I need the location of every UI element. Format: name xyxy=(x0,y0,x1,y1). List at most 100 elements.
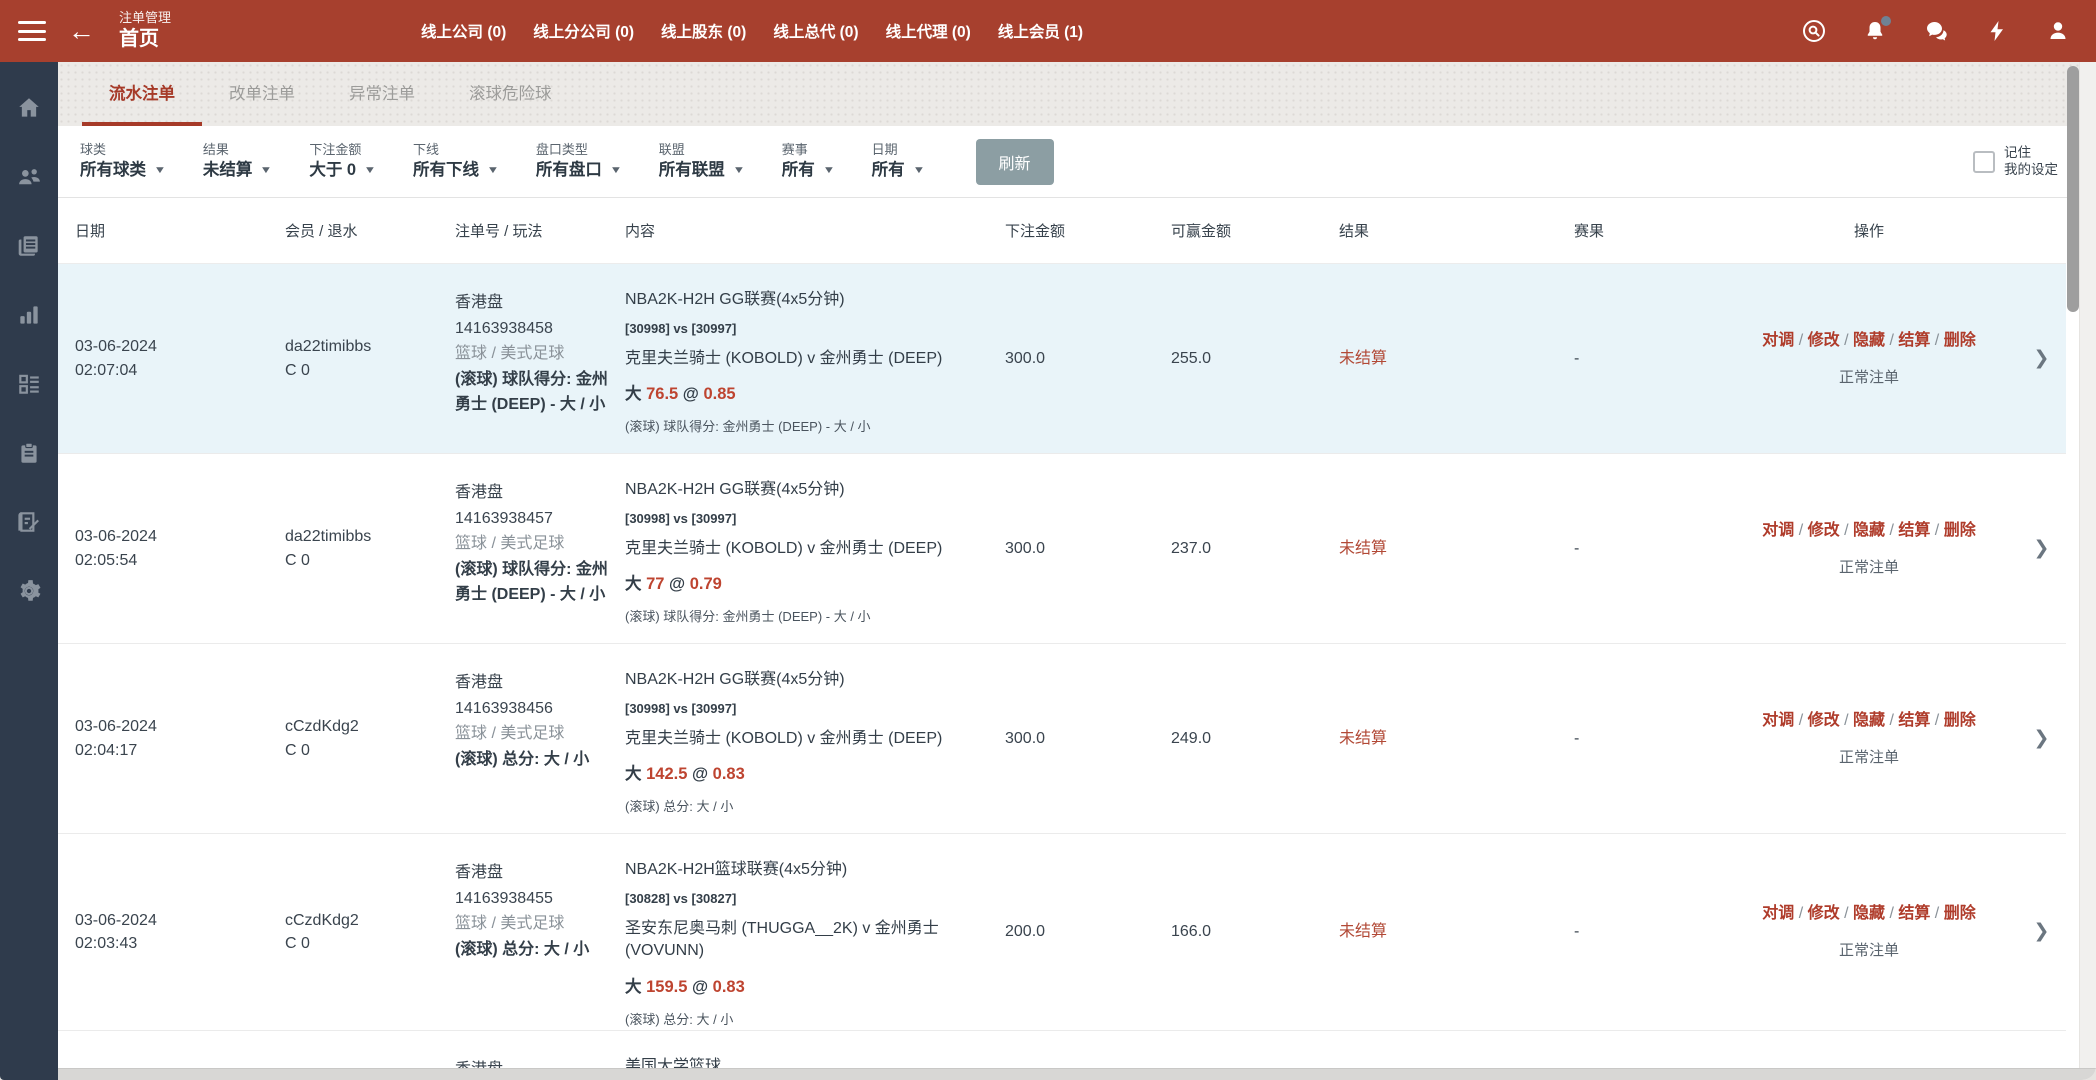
users-icon xyxy=(16,164,43,195)
cell-member: cCzdKdg2 C 0 xyxy=(285,715,455,761)
action-link-4[interactable]: 结算 xyxy=(1898,522,1930,539)
filter-event-select[interactable]: 所有▼ xyxy=(782,161,834,181)
cell-member: cCzdKdg2 C 0 xyxy=(285,909,455,955)
filter-league-select[interactable]: 所有联盟▼ xyxy=(659,161,744,181)
user-icon[interactable] xyxy=(2046,19,2070,43)
cell-operations: 对调 / 修改 / 隐藏 / 结算 / 删除 正常注单 xyxy=(1724,329,2014,389)
action-links: 对调 / 修改 / 隐藏 / 结算 / 删除 xyxy=(1724,329,2014,352)
sidebar-item-users[interactable] xyxy=(0,145,58,214)
tab-inplay-danger[interactable]: 滚球危险球 xyxy=(442,62,579,126)
row-expand-chevron-icon[interactable]: ❯ xyxy=(2014,918,2066,946)
nav-online-company[interactable]: 线上公司 (0) xyxy=(421,20,506,42)
cell-result: 未结算 xyxy=(1339,727,1574,750)
nav-online-agent[interactable]: 线上代理 (0) xyxy=(886,20,971,42)
sidebar-item-home[interactable] xyxy=(0,76,58,145)
nav-online-branch[interactable]: 线上分公司 (0) xyxy=(533,20,634,42)
sidebar-item-reports[interactable] xyxy=(0,214,58,283)
cell-operations: 对调 / 修改 / 隐藏 / 结算 / 删除 正常注单 xyxy=(1724,709,2014,769)
scrollbar-track[interactable] xyxy=(2079,62,2096,1080)
chat-icon[interactable] xyxy=(1924,19,1948,43)
page-title-block: 注单管理 首页 xyxy=(119,10,171,51)
filter-result: 结果 未结算▼ xyxy=(203,142,271,181)
row-expand-chevron-icon[interactable]: ❯ xyxy=(2014,345,2066,373)
cell-betno: 香港盘 14163938457 篮球 / 美式足球 (滚球) 球队得分: 金州勇… xyxy=(455,454,625,608)
col-header-betno: 注单号 / 玩法 xyxy=(455,220,625,241)
refresh-button[interactable]: 刷新 xyxy=(976,139,1054,185)
sidebar-item-orders[interactable] xyxy=(0,352,58,421)
nav-online-shareholder[interactable]: 线上股东 (0) xyxy=(661,20,746,42)
action-link-5[interactable]: 删除 xyxy=(1944,905,1976,922)
action-link-4[interactable]: 结算 xyxy=(1898,332,1930,349)
nav-online-member[interactable]: 线上会员 (1) xyxy=(998,20,1083,42)
action-link-1[interactable]: 对调 xyxy=(1762,522,1794,539)
table-row: 03-06-2024 02:07:04 da22timibbs C 0 香港盘 … xyxy=(58,264,2066,454)
action-link-4[interactable]: 结算 xyxy=(1898,712,1930,729)
action-link-3[interactable]: 隐藏 xyxy=(1853,332,1885,349)
lightning-icon[interactable] xyxy=(1985,19,2009,43)
nav-online-master-agent[interactable]: 线上总代 (0) xyxy=(773,20,858,42)
action-link-5[interactable]: 删除 xyxy=(1944,712,1976,729)
vertical-scrollbar-thumb[interactable] xyxy=(2067,66,2079,312)
filter-date-select[interactable]: 所有▼ xyxy=(872,161,924,181)
action-link-1[interactable]: 对调 xyxy=(1762,712,1794,729)
tab-modified-bets[interactable]: 改单注单 xyxy=(202,62,322,126)
action-link-2[interactable]: 修改 xyxy=(1808,522,1840,539)
col-header-content: 内容 xyxy=(625,220,1005,241)
filter-sport-select[interactable]: 所有球类▼ xyxy=(80,161,165,181)
col-header-win: 可赢金额 xyxy=(1171,220,1339,241)
cell-score: - xyxy=(1574,727,1724,750)
back-arrow-icon[interactable]: ← xyxy=(68,18,95,45)
action-link-1[interactable]: 对调 xyxy=(1762,905,1794,922)
cell-content: NBA2K-H2H GG联赛(4x5分钟) [30998] vs [30997]… xyxy=(625,264,1005,437)
notification-dot xyxy=(1881,16,1891,26)
action-link-3[interactable]: 隐藏 xyxy=(1853,905,1885,922)
row-expand-chevron-icon[interactable]: ❯ xyxy=(2014,725,2066,753)
cell-member: da22timibbs C 0 xyxy=(285,335,455,381)
action-links: 对调 / 修改 / 隐藏 / 结算 / 删除 xyxy=(1724,519,2014,542)
sidebar-item-records[interactable] xyxy=(0,490,58,559)
chevron-down-icon: ▼ xyxy=(732,165,745,177)
action-link-3[interactable]: 隐藏 xyxy=(1853,522,1885,539)
sidebar-item-tasks[interactable] xyxy=(0,421,58,490)
cell-win: 237.0 xyxy=(1171,537,1339,560)
action-link-3[interactable]: 隐藏 xyxy=(1853,712,1885,729)
hamburger-menu-icon[interactable] xyxy=(18,21,46,41)
filter-downline: 下线 所有下线▼ xyxy=(413,142,498,181)
action-link-4[interactable]: 结算 xyxy=(1898,905,1930,922)
action-link-1[interactable]: 对调 xyxy=(1762,332,1794,349)
sidebar-item-settings[interactable] xyxy=(0,559,58,628)
table-row: 03-06-2024 02:05:54 da22timibbs C 0 香港盘 … xyxy=(58,454,2066,644)
filter-market-type-select[interactable]: 所有盘口▼ xyxy=(536,161,621,181)
filter-result-select[interactable]: 未结算▼ xyxy=(203,161,271,181)
filter-stake: 下注金额 大于 0▼ xyxy=(309,142,375,181)
remember-settings: 记住 我的设定 xyxy=(1973,145,2076,179)
search-icon[interactable] xyxy=(1802,19,1826,43)
cell-stake: 300.0 xyxy=(1005,537,1171,560)
action-link-2[interactable]: 修改 xyxy=(1808,712,1840,729)
sidebar-item-statistics[interactable] xyxy=(0,283,58,352)
row-expand-chevron-icon[interactable]: ❯ xyxy=(2014,535,2066,563)
cell-date: 03-06-2024 02:05:54 xyxy=(75,525,285,571)
filter-label: 结果 xyxy=(203,142,271,158)
col-header-member: 会员 / 退水 xyxy=(285,220,455,241)
tab-running-bets[interactable]: 流水注单 xyxy=(82,62,202,126)
cell-win: 249.0 xyxy=(1171,727,1339,750)
action-link-2[interactable]: 修改 xyxy=(1808,332,1840,349)
bet-line: 大 77 @ 0.79 xyxy=(625,573,975,597)
bet-status: 正常注单 xyxy=(1724,747,2014,769)
cell-result: 未结算 xyxy=(1339,537,1574,560)
action-link-5[interactable]: 删除 xyxy=(1944,522,1976,539)
page-title: 首页 xyxy=(119,27,171,52)
filter-downline-select[interactable]: 所有下线▼ xyxy=(413,161,498,181)
bell-icon[interactable] xyxy=(1863,19,1887,43)
cell-date: 03-06-2024 02:07:04 xyxy=(75,335,285,381)
action-link-2[interactable]: 修改 xyxy=(1808,905,1840,922)
action-link-5[interactable]: 删除 xyxy=(1944,332,1976,349)
horizontal-scrollbar[interactable] xyxy=(58,1068,2096,1080)
bet-line: 大 142.5 @ 0.83 xyxy=(625,763,975,787)
tab-abnormal-bets[interactable]: 异常注单 xyxy=(322,62,442,126)
table-body: 03-06-2024 02:07:04 da22timibbs C 0 香港盘 … xyxy=(58,264,2066,1080)
remember-settings-checkbox[interactable] xyxy=(1973,151,1995,173)
filter-stake-select[interactable]: 大于 0▼ xyxy=(309,161,375,181)
tab-bar: 流水注单 改单注单 异常注单 滚球危险球 xyxy=(58,62,2096,126)
